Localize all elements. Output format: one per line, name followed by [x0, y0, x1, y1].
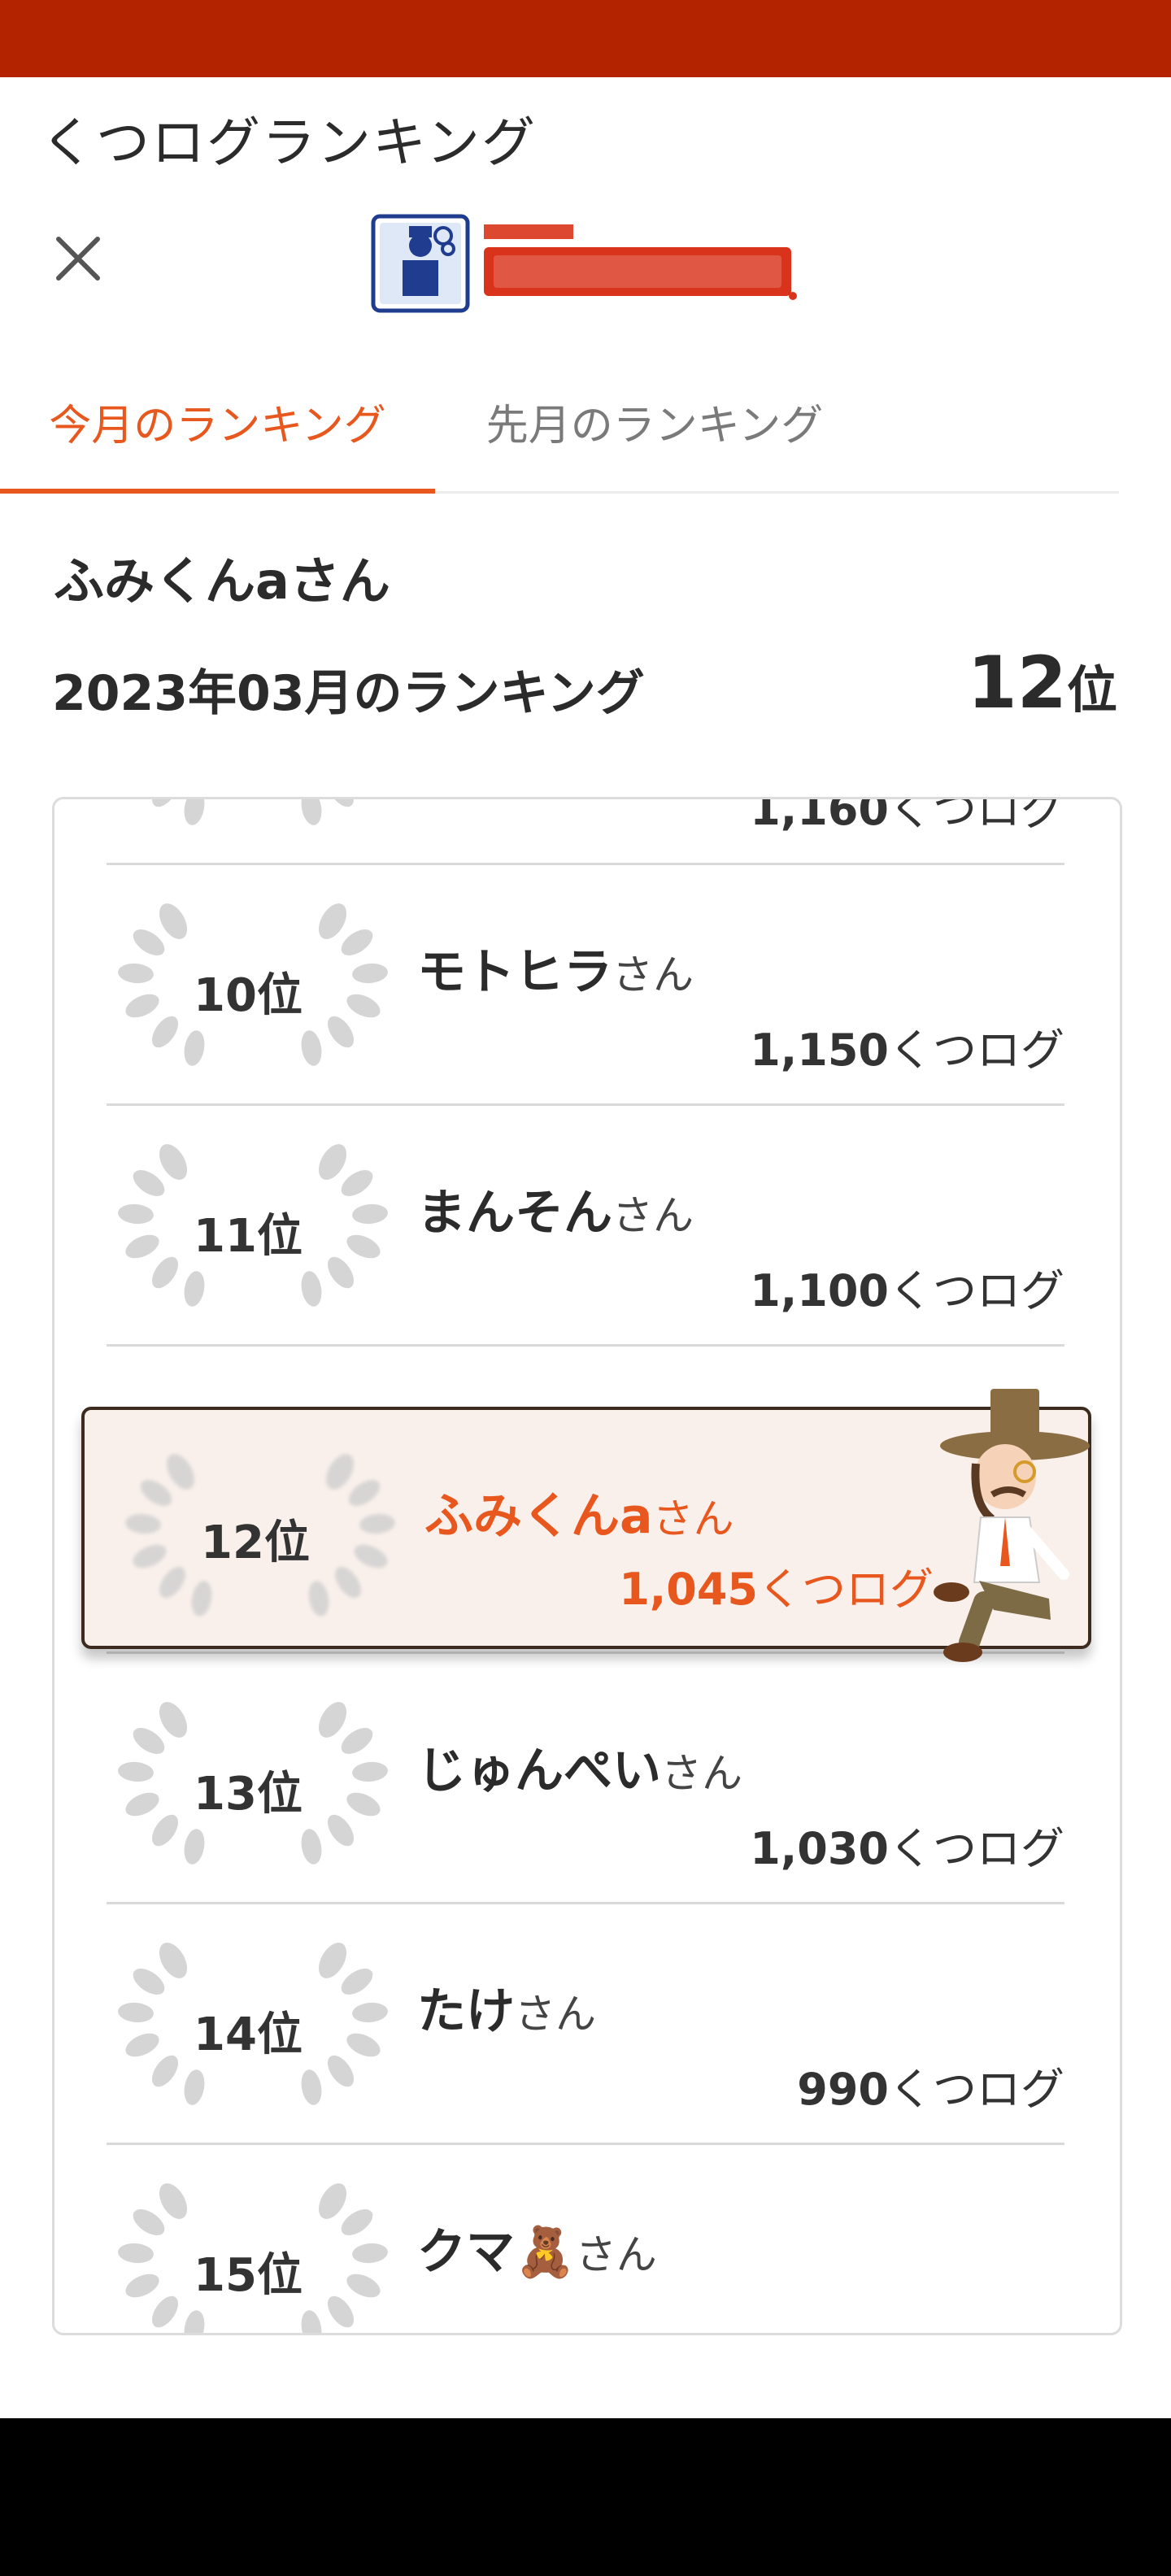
- name-text: ふみくんa: [424, 1488, 653, 1545]
- score-unit: くつログ: [889, 1025, 1064, 1076]
- ranking-entry: 15位 クマ🧸さん: [107, 2143, 1064, 2333]
- komeda-coffee-logo: [371, 214, 797, 313]
- score-unit: くつログ: [889, 1265, 1064, 1316]
- score-value: 1,030: [750, 1823, 889, 1874]
- ranking-name: ふみくんaさん: [424, 1477, 734, 1547]
- mascot-gentleman-illustration: [934, 1389, 1090, 1662]
- ranking-entry: 11位 まんそんさん 1,100くつログ: [107, 1103, 1064, 1347]
- my-rank-suffix: 位: [1066, 660, 1117, 720]
- honorific: さん: [661, 1750, 742, 1797]
- page-title: くつログランキング: [41, 111, 538, 174]
- score-unit: くつログ: [758, 1564, 934, 1615]
- name-text: クマ🧸: [417, 2224, 576, 2281]
- rank-label: 12位: [201, 1516, 310, 1569]
- ranking-name: まんそんさん: [417, 1173, 694, 1244]
- my-rank-number: 12: [967, 641, 1067, 724]
- my-rank: 12位: [968, 641, 1117, 724]
- ranking-name: モトヒラさん: [417, 933, 694, 1003]
- score-unit: くつログ: [889, 2064, 1064, 2115]
- honorific: さん: [612, 1192, 694, 1239]
- ranking-entry: 10位 モトヒラさん 1,150くつログ: [107, 863, 1064, 1106]
- ranking-entry: [107, 1651, 1064, 1654]
- ranking-name: じゅんぺいさん: [417, 1731, 742, 1802]
- score-unit: くつログ: [889, 797, 1064, 835]
- rank-label: 14位: [194, 2008, 303, 2061]
- honorific: さん: [575, 2231, 657, 2278]
- close-button[interactable]: [39, 220, 117, 298]
- name-text: たけ: [417, 1983, 515, 2040]
- ranking-score: 1,030くつログ: [750, 1812, 1064, 1877]
- status-bar: [0, 0, 1171, 77]
- ranking-entry: 13位 じゅんぺいさん 1,030くつログ: [107, 1661, 1064, 1904]
- rank-label: 10位: [194, 969, 303, 1022]
- honorific: さん: [612, 951, 694, 999]
- name-text: まんそん: [417, 1185, 612, 1242]
- score-value: 1,100: [750, 1265, 889, 1316]
- tab-this-month[interactable]: 今月のランキング: [0, 382, 435, 494]
- score-value: 1,150: [750, 1025, 889, 1076]
- ranking-entry: 14位 たけさん 990くつログ: [107, 1902, 1064, 2145]
- score-unit: くつログ: [889, 1823, 1064, 1874]
- score-value: 990: [797, 2064, 889, 2115]
- score-value: 1,045: [619, 1564, 758, 1615]
- ranking-entry: 1,160くつログ: [107, 797, 1064, 865]
- rank-label: 13位: [194, 1768, 303, 1821]
- honorific: さん: [652, 1495, 734, 1543]
- month-ranking-label: 2023年03月のランキング: [52, 665, 645, 722]
- user-name: ふみくんaさん: [54, 551, 390, 611]
- ranking-score: 1,045くつログ: [619, 1553, 934, 1617]
- rank-label: 11位: [194, 1210, 303, 1263]
- ranking-name: たけさん: [417, 1972, 596, 2043]
- name-text: モトヒラ: [417, 944, 612, 1001]
- ranking-score: 1,150くつログ: [750, 1014, 1064, 1078]
- ranking-score: 990くつログ: [797, 2053, 1064, 2117]
- honorific: さん: [515, 1991, 596, 2038]
- rank-label: 15位: [194, 2249, 303, 2302]
- system-navigation-bar: [0, 2418, 1171, 2576]
- name-text: じゅんぺい: [417, 1743, 661, 1799]
- ranking-name: クマ🧸さん: [417, 2213, 657, 2283]
- close-icon: [56, 237, 100, 281]
- tab-last-month[interactable]: 先月のランキング: [464, 382, 846, 491]
- laurel-wreath-icon: [152, 799, 354, 825]
- ranking-score: 1,160くつログ: [750, 797, 1064, 838]
- ranking-score: 1,100くつログ: [750, 1255, 1064, 1319]
- score-value: 1,160: [750, 797, 889, 835]
- tab-bar: 今月のランキング 先月のランキング: [0, 382, 1119, 494]
